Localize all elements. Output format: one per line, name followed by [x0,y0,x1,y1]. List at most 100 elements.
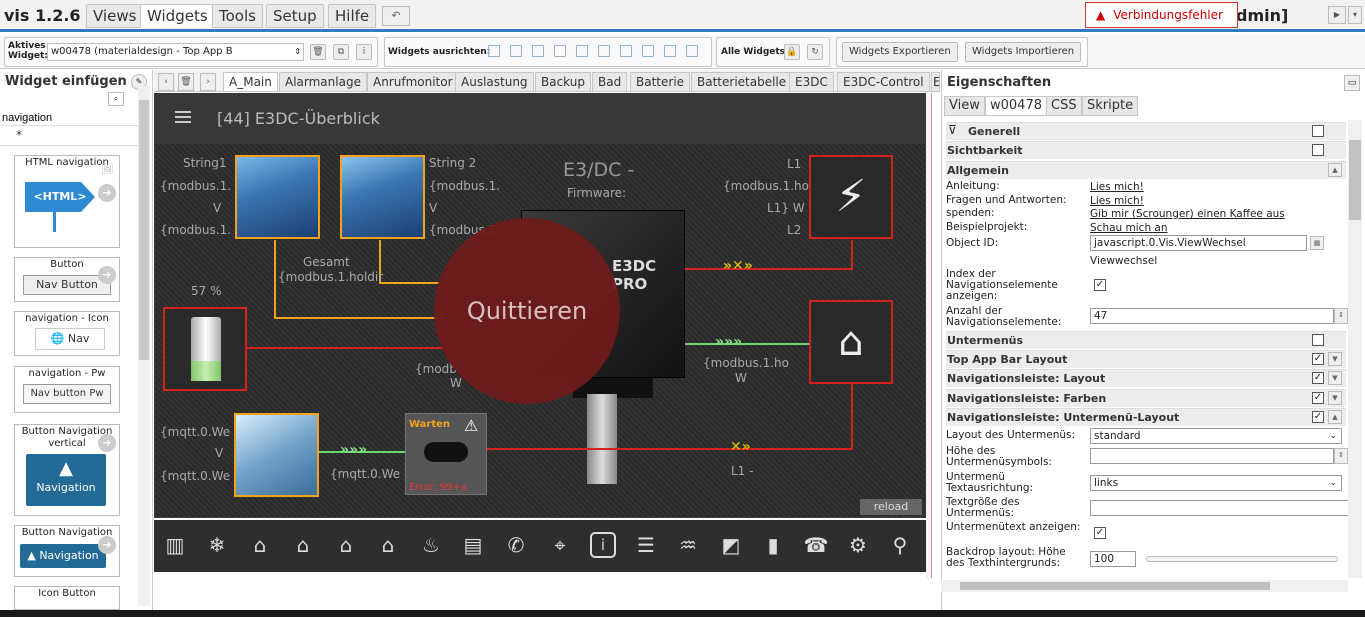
nav-farben-checkbox[interactable]: ✓ [1312,392,1324,404]
solar-panel-3-image[interactable] [234,413,319,497]
top-app-bar[interactable]: [44] E3DC-Überblick [155,94,925,144]
minimize-icon[interactable]: ▭ [1344,75,1360,91]
distribute-v-icon[interactable] [642,45,654,57]
nav-layout-checkbox[interactable]: ✓ [1312,372,1324,384]
widget-card-button-navigation[interactable]: Button Navigation ▲ Navigation ➜ [14,525,120,577]
section-nav-farben[interactable]: Navigationsleiste: Farben [946,389,1346,407]
dropdown-icon[interactable]: ▾ [1348,6,1362,24]
tabs-right-icon[interactable]: › [200,73,216,91]
import-widgets-button[interactable]: Widgets Importieren [965,42,1082,62]
delete-icon[interactable]: 🗑 [310,44,326,60]
power-pylon-icon[interactable]: ⚡ [809,155,893,239]
object-id-input[interactable]: javascript.0.Vis.ViewWechsel [1090,235,1307,251]
tabs-delete-icon[interactable]: 🗑 [178,73,194,91]
solar-panel-1-image[interactable] [235,155,320,239]
align-right-icon[interactable] [510,45,522,57]
view-tab-e3dc-control[interactable]: E3DC-Control [837,72,930,92]
expand-icon[interactable]: ▼ [1328,391,1342,405]
ausrichtung-select[interactable]: links ⌄ [1090,475,1342,491]
view-tab-e3dc[interactable]: E3DC [789,72,834,92]
sichtbarkeit-checkbox[interactable] [1312,144,1324,156]
hoehe-input[interactable] [1090,448,1334,464]
solar-p-icon[interactable]: ♒ [675,532,701,558]
gears-icon[interactable]: ⚙ [845,532,871,558]
menu-views[interactable]: Views [86,4,144,28]
section-generell[interactable]: Generell [946,122,1346,140]
nav-untermenu-checkbox[interactable]: ✓ [1312,411,1324,423]
refresh-icon[interactable]: ↻ [807,44,823,60]
run-icon[interactable]: ▶ [1328,6,1346,24]
filter-icon[interactable]: ⊽ [948,123,957,137]
export-widgets-button[interactable]: Widgets Exportieren [842,42,958,62]
section-nav-layout[interactable]: Navigationsleiste: Layout [946,369,1346,387]
battery-device[interactable] [163,307,247,391]
document-icon[interactable]: ☰ [633,532,659,558]
snowflake-icon[interactable]: ❄ [204,532,230,558]
connection-error-badge[interactable]: ▲ Verbindungsfehler [1085,2,1238,28]
add-widget-icon[interactable]: ➜ [98,434,116,452]
telephone-icon[interactable]: ☎ [803,532,829,558]
house-kg-icon[interactable]: ⌂ [247,532,273,558]
menu-setup[interactable]: Setup [266,4,324,28]
backdrop-slider[interactable] [1146,556,1338,562]
align-left-icon[interactable] [488,45,500,57]
properties-hscrollbar-thumb[interactable] [960,582,1270,590]
section-nav-untermenu[interactable]: Navigationsleiste: Untermenü-Layout [946,408,1346,426]
undo-button[interactable]: ↶ [382,6,410,26]
object-browser-icon[interactable]: ▦ [1310,236,1324,250]
solar-panel-icon[interactable]: ◩ [718,532,744,558]
same-width-icon[interactable] [664,45,676,57]
section-untermenus[interactable]: Untermenüs [946,331,1346,349]
collapse-icon[interactable]: ▲ [1328,410,1342,424]
layout-select[interactable]: standard ⌄ [1090,428,1342,444]
top-app-bar-checkbox[interactable]: ✓ [1312,353,1324,365]
house-icon[interactable]: ⌂ [809,300,893,384]
view-tab-a-main[interactable]: A_Main [223,72,278,92]
menu-hilfe[interactable]: Hilfe [328,4,377,28]
lock-icon[interactable]: 🔒 [784,44,800,60]
palette-scrollbar-thumb[interactable] [139,100,149,360]
bath-icon[interactable]: ♨ [418,532,444,558]
active-widget-select[interactable]: w00478 (materialdesign - Top App B ⇕ [47,43,304,61]
section-allgemein[interactable]: Allgemein [946,161,1346,179]
align-center-h-icon[interactable] [598,45,610,57]
menu-widgets[interactable]: Widgets [140,4,215,28]
widget-card-button[interactable]: Button Nav Button ➜ [14,257,120,302]
radiator-icon[interactable]: ▥ [162,532,188,558]
prop-tab-view[interactable]: View [944,96,985,116]
view-tab-bad[interactable]: Bad [592,72,628,92]
add-widget-icon[interactable]: ➜ [98,184,116,202]
house-info-icon[interactable]: ⌂ [375,532,401,558]
stepper-icon[interactable]: ⇕ [1334,308,1348,324]
stepper-icon[interactable]: ⇕ [1334,448,1348,464]
prop-tab-skripte[interactable]: Skripte [1082,96,1139,116]
view-tab-backup[interactable]: Backup [535,72,591,92]
properties-scrollbar-thumb[interactable] [1349,140,1361,220]
widget-card-navigation-pw[interactable]: navigation - Pw Nav button Pw [14,366,120,413]
search-icon[interactable]: ⌕ [108,92,124,106]
info-icon[interactable]: i [356,44,372,60]
view-tab-alarmanlage[interactable]: Alarmanlage [279,72,367,92]
distribute-h-icon[interactable] [620,45,632,57]
align-center-v-icon[interactable] [576,45,588,57]
expand-icon[interactable]: ▼ [1328,371,1342,385]
add-widget-icon[interactable]: ➜ [98,266,116,284]
phone-signal-icon[interactable]: ✆ [503,532,529,558]
view-tab-batterie[interactable]: Batterie [630,72,691,92]
section-top-app-bar[interactable]: Top App Bar Layout [946,350,1346,368]
battery-icon[interactable]: ▮ [760,532,786,558]
expand-icon[interactable]: ▼ [1328,352,1342,366]
tabs-left-icon[interactable]: ‹ [158,73,174,91]
view-tab-more[interactable]: E [931,72,940,92]
antenna-icon[interactable]: ⚲ [887,532,913,558]
view-tab-anrufmonitor[interactable]: Anrufmonitor [367,72,459,92]
same-height-icon[interactable] [686,45,698,57]
textgroesse-input[interactable] [1090,500,1350,516]
widget-card-navigation-icon[interactable]: navigation - Icon 🌐 Nav [14,311,120,356]
reload-button[interactable]: reload [860,499,922,515]
inverter-device[interactable]: Warten ⚠ Error: 99+x [405,413,487,495]
view-tab-auslastung[interactable]: Auslastung [455,72,534,92]
prop-tab-css[interactable]: CSS [1046,96,1082,116]
untertext-checkbox[interactable]: ✓ [1094,527,1106,539]
anleitung-link[interactable]: Lies mich! [1090,181,1144,193]
